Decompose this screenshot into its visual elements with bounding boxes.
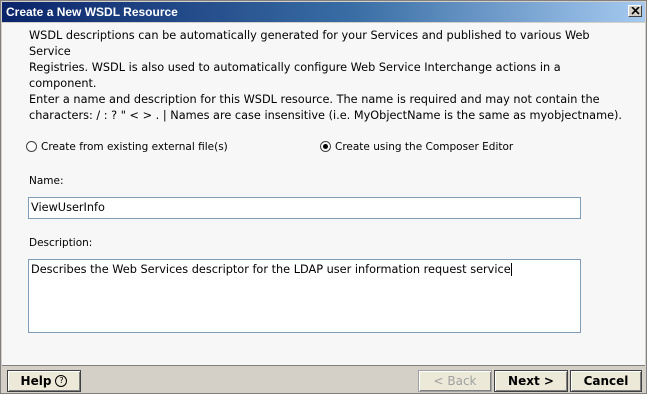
radio-label-external: Create from existing external file(s): [41, 141, 228, 153]
back-button[interactable]: < Back: [418, 370, 492, 392]
help-button[interactable]: Help?: [7, 370, 81, 392]
next-button[interactable]: Next >: [494, 370, 568, 392]
dialog-content: WSDL descriptions can be automatically g…: [2, 23, 645, 366]
radio-label-composer: Create using the Composer Editor: [335, 141, 514, 153]
description-label: Description:: [29, 237, 93, 249]
radio-button-checked[interactable]: [320, 140, 331, 152]
window-title: Create a New WSDL Resource: [6, 5, 178, 19]
help-question-icon: ?: [55, 374, 68, 387]
close-icon: [631, 7, 640, 15]
name-input[interactable]: ViewUserInfo: [28, 197, 581, 219]
instructions-line: characters: / : ? " < > . | Names are ca…: [29, 109, 623, 122]
description-textarea[interactable]: Describes the Web Services descriptor fo…: [28, 259, 581, 333]
name-label: Name:: [29, 175, 64, 187]
instructions-line: Enter a name and description for this WS…: [29, 93, 600, 106]
instructions-line: WSDL descriptions can be automatically g…: [29, 29, 590, 58]
description-value: Describes the Web Services descriptor fo…: [31, 263, 511, 276]
help-button-label: Help: [20, 374, 52, 388]
title-bar[interactable]: Create a New WSDL Resource: [2, 2, 645, 22]
radio-button-unchecked[interactable]: [26, 140, 37, 152]
radio-create-using-composer[interactable]: Create using the Composer Editor: [320, 140, 514, 153]
text-caret: [510, 262, 512, 276]
name-value: ViewUserInfo: [31, 201, 105, 214]
cancel-button[interactable]: Cancel: [570, 370, 642, 392]
instructions-line: Registries. WSDL is also used to automat…: [29, 61, 561, 90]
wsdl-dialog: Create a New WSDL Resource WSDL descript…: [0, 0, 647, 394]
button-bar: Help? < Back Next > Cancel: [2, 366, 645, 393]
radio-create-from-external[interactable]: Create from existing external file(s): [26, 140, 228, 153]
close-button[interactable]: [628, 5, 642, 17]
instructions-text: WSDL descriptions can be automatically g…: [29, 28, 629, 124]
